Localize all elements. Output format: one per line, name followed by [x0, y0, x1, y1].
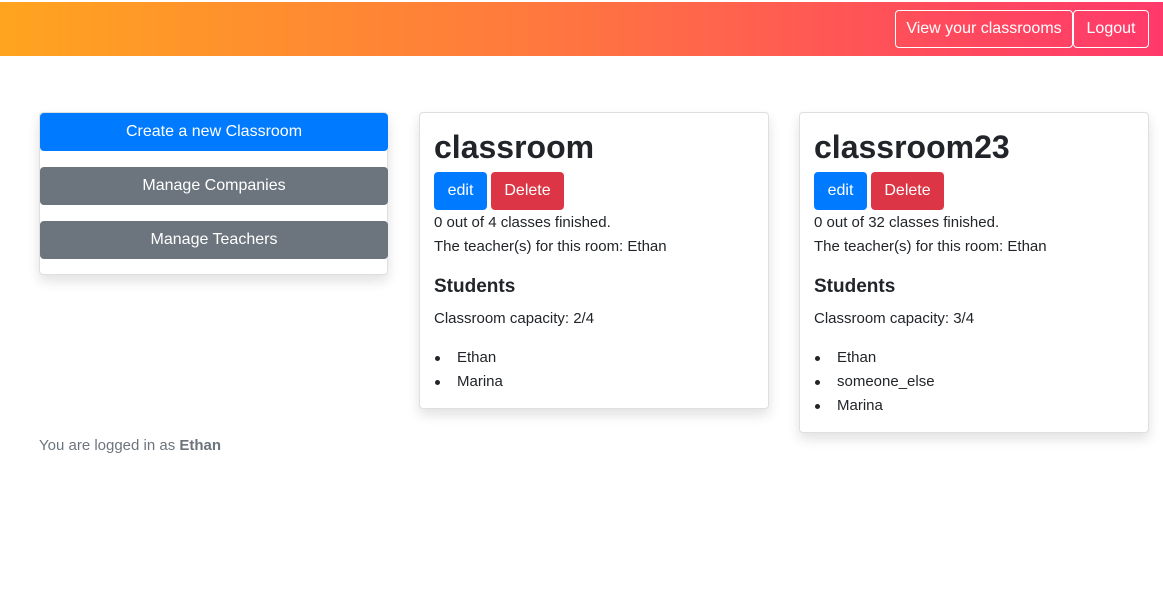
- students-heading: Students: [814, 276, 896, 297]
- students-heading: Students: [434, 276, 516, 297]
- student-item: Marina: [814, 396, 935, 420]
- student-name: Marina: [457, 373, 503, 390]
- student-name: Ethan: [457, 349, 497, 366]
- bullet-icon: [435, 380, 440, 385]
- bullet-icon: [815, 404, 820, 409]
- classes-progress-text: 0 out of 4 classes finished.: [434, 214, 611, 231]
- capacity-text: Classroom capacity: 3/4: [814, 310, 975, 327]
- classroom-card: classroom edit Delete 0 out of 4 classes…: [419, 112, 769, 409]
- manage-companies-button[interactable]: Manage Companies: [40, 167, 388, 205]
- student-name: Marina: [837, 397, 883, 414]
- logged-in-username: Ethan: [179, 437, 222, 454]
- classes-progress-text: 0 out of 32 classes finished.: [814, 214, 1000, 231]
- bullet-icon: [435, 356, 440, 361]
- student-item: Ethan: [434, 348, 503, 372]
- student-item: Ethan: [814, 348, 935, 372]
- student-list: Ethan someone_else Marina: [814, 348, 935, 420]
- teachers-text: The teacher(s) for this room: Ethan: [814, 238, 1047, 255]
- logout-button[interactable]: Logout: [1073, 10, 1149, 48]
- edit-classroom-button[interactable]: edit: [434, 172, 487, 210]
- student-item: Marina: [434, 372, 503, 396]
- classroom-title: classroom: [434, 129, 595, 165]
- student-list: Ethan Marina: [434, 348, 503, 396]
- student-name: someone_else: [837, 373, 935, 390]
- create-classroom-button[interactable]: Create a new Classroom: [40, 113, 388, 151]
- view-classrooms-button[interactable]: View your classrooms: [895, 10, 1073, 48]
- edit-classroom-button[interactable]: edit: [814, 172, 867, 210]
- bullet-icon: [815, 380, 820, 385]
- capacity-text: Classroom capacity: 2/4: [434, 310, 595, 327]
- admin-actions-card: Create a new Classroom Manage Companies …: [39, 112, 388, 275]
- logged-in-prefix: You are logged in as: [39, 437, 180, 454]
- logged-in-status: You are logged in as Ethan: [39, 436, 221, 456]
- teachers-text: The teacher(s) for this room: Ethan: [434, 238, 667, 255]
- classroom-title: classroom23: [814, 129, 1010, 165]
- delete-classroom-button[interactable]: Delete: [491, 172, 564, 210]
- top-navbar: View your classrooms Logout: [0, 2, 1163, 56]
- classroom-card: classroom23 edit Delete 0 out of 32 clas…: [799, 112, 1149, 433]
- student-item: someone_else: [814, 372, 935, 396]
- student-name: Ethan: [837, 349, 877, 366]
- delete-classroom-button[interactable]: Delete: [871, 172, 944, 210]
- bullet-icon: [815, 356, 820, 361]
- manage-teachers-button[interactable]: Manage Teachers: [40, 221, 388, 259]
